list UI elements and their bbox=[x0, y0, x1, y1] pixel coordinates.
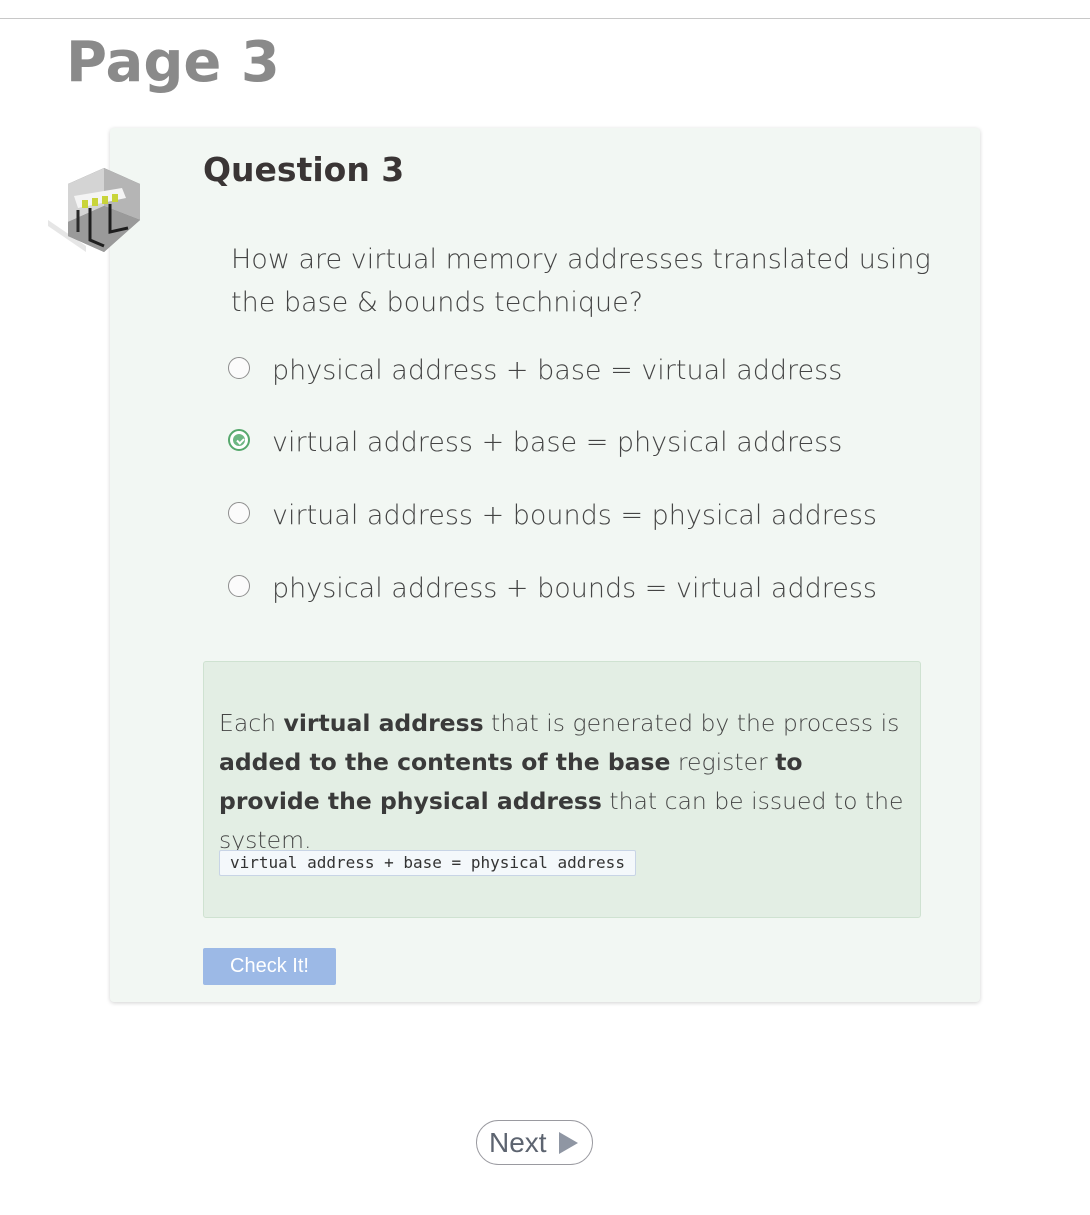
feedback-code-snippet: virtual address + base = physical addres… bbox=[219, 850, 636, 876]
radio-checked-icon[interactable] bbox=[228, 429, 250, 451]
feedback-emphasis: added to the contents of the base bbox=[219, 748, 671, 776]
checkmark-icon bbox=[236, 436, 245, 445]
next-button[interactable]: Next bbox=[476, 1120, 593, 1165]
choice-option-1[interactable]: physical address + base = virtual addres… bbox=[226, 354, 886, 394]
choice-label: physical address + base = virtual addres… bbox=[272, 355, 843, 386]
choice-label: virtual address + bounds = physical addr… bbox=[272, 500, 877, 531]
play-arrow-icon bbox=[559, 1132, 578, 1154]
check-it-button[interactable]: Check It! bbox=[203, 948, 336, 985]
next-label: Next bbox=[489, 1127, 547, 1158]
feedback-panel: Each virtual address that is generated b… bbox=[203, 661, 921, 918]
feedback-text: Each virtual address that is generated b… bbox=[219, 704, 909, 860]
feedback-text-part: register bbox=[670, 748, 776, 776]
feedback-text-part: that is generated by the process is bbox=[483, 709, 900, 737]
feedback-emphasis: virtual address bbox=[283, 709, 484, 737]
choice-option-3[interactable]: virtual address + bounds = physical addr… bbox=[226, 499, 886, 539]
choice-option-2[interactable]: virtual address + base = physical addres… bbox=[226, 426, 886, 466]
radio-unchecked-icon[interactable] bbox=[228, 502, 250, 524]
page-title: Page 3 bbox=[66, 30, 280, 95]
server-cube-icon bbox=[48, 168, 140, 252]
question-heading: Question 3 bbox=[203, 150, 405, 189]
feedback-text-part: Each bbox=[219, 709, 284, 737]
question-prompt: How are virtual memory addresses transla… bbox=[231, 244, 931, 318]
choice-option-4[interactable]: physical address + bounds = virtual addr… bbox=[226, 572, 886, 612]
choice-label: physical address + bounds = virtual addr… bbox=[272, 573, 877, 604]
choice-label: virtual address + base = physical addres… bbox=[272, 427, 843, 458]
top-divider bbox=[0, 18, 1090, 19]
radio-unchecked-icon[interactable] bbox=[228, 575, 250, 597]
radio-unchecked-icon[interactable] bbox=[228, 357, 250, 379]
